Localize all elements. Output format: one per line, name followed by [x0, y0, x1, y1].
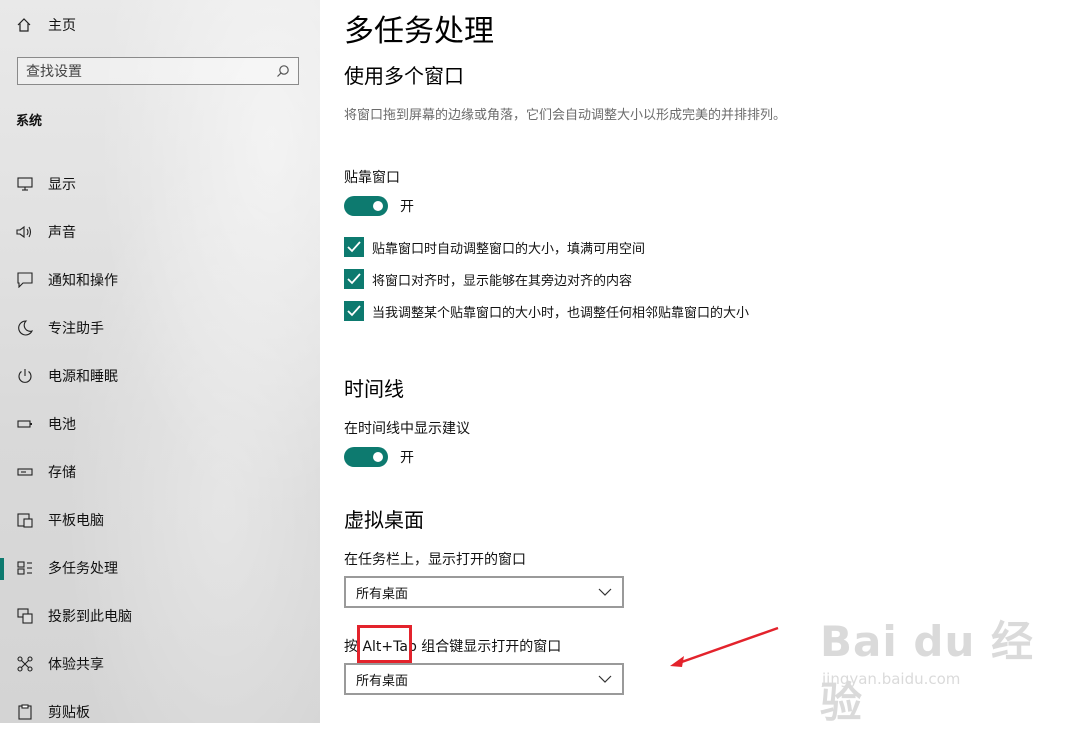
monitor-icon: [16, 175, 34, 193]
sidebar-item-display[interactable]: 显示: [0, 160, 320, 208]
chevron-down-icon: [598, 588, 612, 596]
sidebar-item-label: 体验共享: [48, 657, 104, 673]
sidebar-item-label: 电池: [48, 417, 76, 433]
notification-icon: [16, 271, 34, 289]
checkbox-label: 贴靠窗口时自动调整窗口的大小，填满可用空间: [372, 241, 646, 257]
sidebar-item-sound[interactable]: 声音: [0, 208, 320, 256]
tablet-icon: [16, 511, 34, 529]
sidebar-item-tablet[interactable]: 平板电脑: [0, 496, 320, 544]
sidebar-item-label: 剪贴板: [48, 705, 90, 721]
sidebar-item-notifications[interactable]: 通知和操作: [0, 256, 320, 304]
chevron-down-icon: [598, 675, 612, 683]
checkbox[interactable]: [344, 237, 364, 257]
timeline-toggle-state: 开: [400, 450, 414, 466]
sidebar: 主页 查找设置 系统 显示 声音 通知和操作 专注助手 电源和睡眠 电池 存储 …: [0, 0, 320, 723]
timeline-toggle-label: 在时间线中显示建议: [344, 421, 470, 437]
virtual-desktops-heading: 虚拟桌面: [344, 508, 424, 532]
watermark-url: jingyan.baidu.com: [822, 670, 961, 688]
moon-icon: [16, 319, 34, 337]
sidebar-item-label: 声音: [48, 225, 76, 241]
checkbox[interactable]: [344, 269, 364, 289]
home-label: 主页: [48, 18, 76, 34]
search-input[interactable]: 查找设置: [17, 57, 299, 85]
sidebar-item-battery[interactable]: 电池: [0, 400, 320, 448]
sidebar-item-label: 存储: [48, 465, 76, 481]
checkbox-label: 当我调整某个贴靠窗口的大小时，也调整任何相邻贴靠窗口的大小: [372, 305, 750, 321]
snap-toggle-state: 开: [400, 199, 414, 215]
sidebar-item-label: 投影到此电脑: [48, 609, 132, 625]
snap-option-show-next[interactable]: 将窗口对齐时，显示能够在其旁边对齐的内容: [344, 269, 632, 289]
dropdown-value: 所有桌面: [356, 673, 409, 689]
home-link[interactable]: 主页: [16, 14, 76, 36]
sidebar-item-label: 专注助手: [48, 321, 104, 337]
power-icon: [16, 367, 34, 385]
snap-option-fill[interactable]: 贴靠窗口时自动调整窗口的大小，填满可用空间: [344, 237, 645, 257]
sidebar-item-label: 显示: [48, 177, 76, 193]
snap-toggle-row: 开: [344, 196, 414, 216]
speaker-icon: [16, 223, 34, 241]
snap-heading: 使用多个窗口: [344, 64, 464, 88]
sidebar-item-label: 多任务处理: [48, 561, 118, 577]
share-icon: [16, 655, 34, 673]
checkmark-icon: [347, 241, 361, 253]
watermark-logo: Bai du 经验: [820, 617, 1034, 727]
sidebar-item-label: 平板电脑: [48, 513, 104, 529]
section-title-system: 系统: [16, 114, 43, 129]
sidebar-item-power[interactable]: 电源和睡眠: [0, 352, 320, 400]
checkmark-icon: [347, 273, 361, 285]
alttab-prefix: 按: [344, 639, 358, 655]
dropdown-value: 所有桌面: [356, 586, 409, 602]
multitask-icon: [16, 559, 34, 577]
taskbar-windows-dropdown[interactable]: 所有桌面: [344, 576, 624, 608]
snap-description: 将窗口拖到屏幕的边缘或角落，它们会自动调整大小以形成完美的并排排列。: [344, 108, 787, 123]
search-icon[interactable]: [276, 64, 290, 78]
storage-icon: [16, 463, 34, 481]
project-icon: [16, 607, 34, 625]
sidebar-item-multitasking[interactable]: 多任务处理: [0, 544, 320, 592]
checkmark-icon: [347, 305, 361, 317]
annotation-arrow-icon: [670, 626, 779, 667]
page-title: 多任务处理: [344, 14, 494, 49]
snap-option-resize-adjacent[interactable]: 当我调整某个贴靠窗口的大小时，也调整任何相邻贴靠窗口的大小: [344, 301, 749, 321]
sidebar-item-clipboard[interactable]: 剪贴板: [0, 688, 320, 723]
alttab-suffix: 组合键显示打开的窗口: [421, 639, 562, 655]
checkbox[interactable]: [344, 301, 364, 321]
sidebar-item-project[interactable]: 投影到此电脑: [0, 592, 320, 640]
taskbar-windows-label: 在任务栏上，显示打开的窗口: [344, 552, 526, 568]
sidebar-item-focus-assist[interactable]: 专注助手: [0, 304, 320, 352]
sidebar-item-label: 电源和睡眠: [48, 369, 118, 385]
alttab-dropdown[interactable]: 所有桌面: [344, 663, 624, 695]
sidebar-nav: 显示 声音 通知和操作 专注助手 电源和睡眠 电池 存储 平板电脑 多任务处理 …: [0, 160, 320, 723]
clipboard-icon: [16, 703, 34, 721]
sidebar-item-label: 通知和操作: [48, 273, 118, 289]
annotation-highlight-box: [357, 625, 412, 663]
snap-toggle[interactable]: [344, 196, 388, 216]
sidebar-item-storage[interactable]: 存储: [0, 448, 320, 496]
snap-toggle-label: 贴靠窗口: [344, 170, 400, 186]
timeline-toggle-row: 开: [344, 447, 414, 467]
timeline-toggle[interactable]: [344, 447, 388, 467]
battery-icon: [16, 415, 34, 433]
checkbox-label: 将窗口对齐时，显示能够在其旁边对齐的内容: [372, 273, 633, 289]
timeline-heading: 时间线: [344, 377, 404, 401]
baidu-watermark: Bai du 经验 jingyan.baidu.com: [810, 598, 1050, 727]
search-placeholder: 查找设置: [26, 64, 82, 80]
sidebar-item-shared[interactable]: 体验共享: [0, 640, 320, 688]
home-icon: [17, 18, 31, 32]
